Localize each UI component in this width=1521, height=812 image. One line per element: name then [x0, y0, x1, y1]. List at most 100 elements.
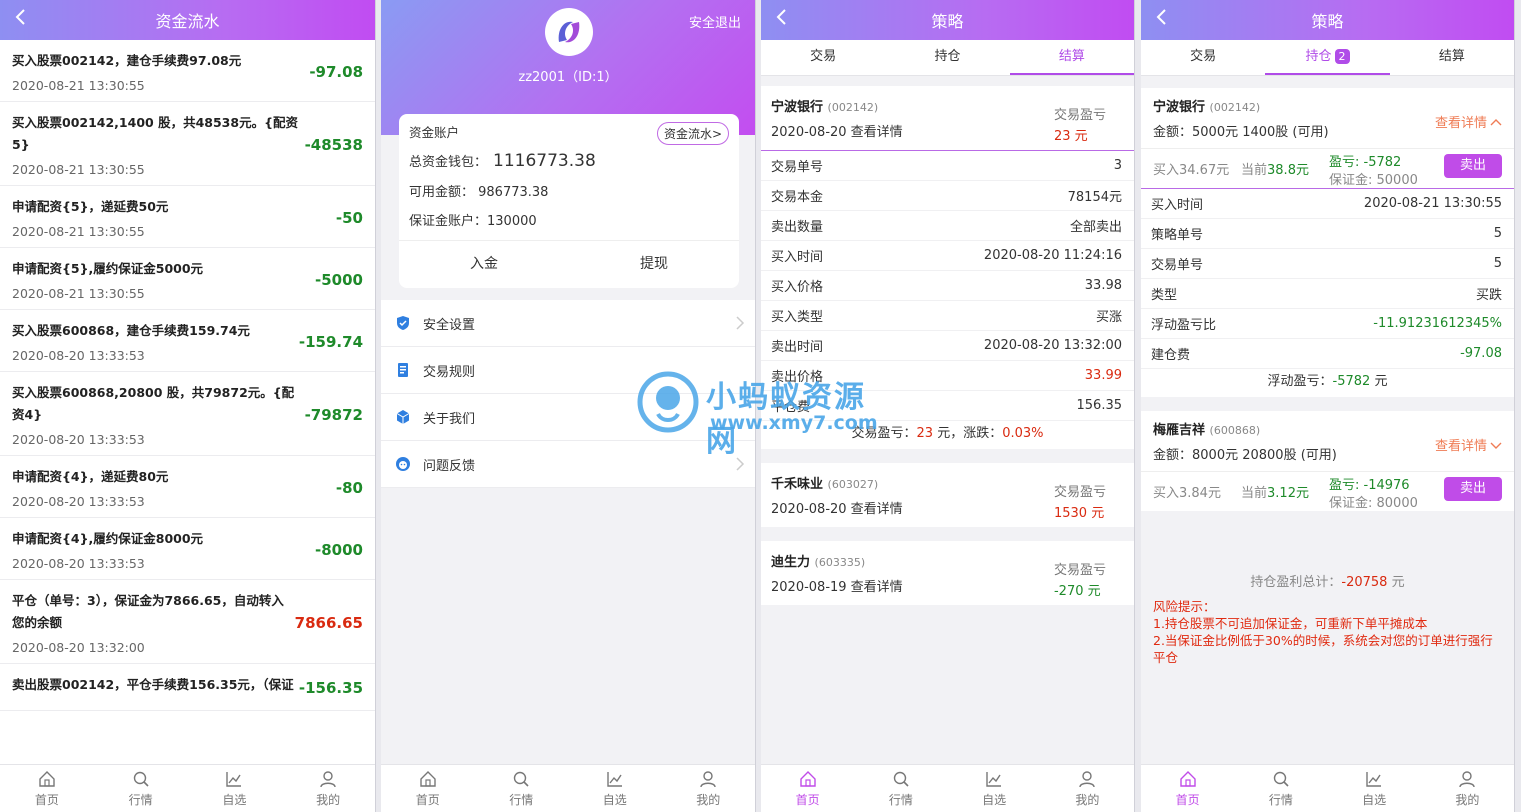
settlement-card: 千禾味业 (603027) 2020-08-20 查看详情 交易盈亏 1530 元 [761, 463, 1134, 527]
settlement-card-head[interactable]: 千禾味业 (603027) 2020-08-20 查看详情 交易盈亏 1530 元 [761, 463, 1134, 527]
tab-mine[interactable]: 我的 [281, 765, 375, 812]
stock-code: (603027) [827, 478, 879, 491]
flow-description: 申请配资{5},履约保证金5000元 [12, 261, 204, 276]
detail-value: 5 [1493, 226, 1502, 241]
search-icon [133, 771, 149, 787]
tab-home[interactable]: 首页 [0, 765, 94, 812]
current-price: 当前3.12元 [1241, 482, 1309, 501]
flow-item: 申请配资{4}，递延费80元 2020-08-20 13:33:53 -80 [0, 456, 375, 518]
settlement-card-head[interactable]: 宁波银行 (002142) 2020-08-20 查看详情 交易盈亏 23 元 [761, 86, 1134, 150]
detail-value: 全部卖出 [1069, 220, 1122, 235]
home-icon [39, 771, 55, 787]
tab-market[interactable]: 行情 [475, 765, 569, 812]
tab-label: 我的 [316, 793, 341, 807]
header: 策略 [1141, 0, 1514, 40]
view-details-link[interactable]: 查看详情 [1435, 112, 1502, 131]
tab-home[interactable]: 首页 [761, 765, 854, 812]
detail-value: 买跌 [1475, 288, 1502, 303]
account-screen: 安全退出 zz2001（ID:1） 资金账户 资金流水> 总资金钱包： 11167… [381, 0, 756, 812]
back-icon[interactable] [775, 8, 795, 32]
menu-item-rules[interactable]: 交易规则 [381, 347, 755, 394]
sell-button[interactable]: 卖出 [1444, 477, 1502, 501]
tab-watchlist[interactable]: 自选 [1328, 765, 1421, 812]
tab-holdings[interactable]: 持仓 2 [1265, 40, 1390, 75]
menu-item-about[interactable]: 关于我们 [381, 394, 755, 441]
summary-percent: 0.03% [1002, 426, 1044, 441]
tab-holdings[interactable]: 持仓 [885, 40, 1009, 75]
trade-profit-label: 交易盈亏 [1053, 485, 1106, 500]
back-icon[interactable] [14, 8, 34, 32]
float-unit: 元 [1374, 374, 1388, 389]
detail-value: 买涨 [1095, 310, 1122, 325]
tab-trade[interactable]: 交易 [761, 40, 885, 75]
deposit-button[interactable]: 入金 [399, 253, 569, 273]
flow-description: 申请配资{5}，递延费50元 [12, 199, 169, 214]
tab-home[interactable]: 首页 [381, 765, 475, 812]
detail-key: 交易本金 [771, 190, 824, 205]
tab-watchlist[interactable]: 自选 [568, 765, 662, 812]
menu-item-security[interactable]: 安全设置 [381, 300, 755, 347]
summary-unit: 元，涨跌： [937, 426, 1003, 441]
tab-label: 自选 [1362, 793, 1387, 807]
total-label: 持仓盈利总计： [1250, 575, 1342, 590]
holding-card: 梅雁吉祥 (600868) 金额：8000元 20800股 (可用) 查看详情 买入3… [1141, 411, 1514, 511]
flow-item: 平仓（单号：3），保证金为7866.65，自动转入您的余额 2020-08-20 … [0, 580, 375, 664]
floating-profit: 浮动盈亏：-5782 元 [1141, 369, 1514, 397]
flow-item-info: 买入股票002142,1400 股，共48538元。{配资5} 2020-08-2… [12, 112, 302, 177]
detail-key: 买入时间 [1151, 198, 1204, 213]
view-details-link[interactable]: 查看详情 [1435, 435, 1502, 454]
fund-flow-list: 买入股票002142，建仓手续费97.08元 2020-08-21 13:30:5… [0, 40, 375, 764]
current-label: 当前 [1241, 163, 1268, 178]
flow-item-info: 买入股票600868，建仓手续费159.74元 2020-08-20 13:33:… [12, 320, 299, 363]
tab-label: 自选 [982, 793, 1007, 807]
tab-watchlist[interactable]: 自选 [188, 765, 282, 812]
menu-label: 安全设置 [423, 317, 476, 333]
buy-price: 买入34.67元 [1153, 163, 1230, 178]
app-logo [545, 8, 593, 56]
float-label: 浮动盈亏： [1267, 374, 1333, 389]
tab-market[interactable]: 行情 [1234, 765, 1327, 812]
tab-market[interactable]: 行情 [854, 765, 947, 812]
strategy-holdings-screen: 策略 交易 持仓 2 结算 宁波银行 (002142) 金额：5000元 1400股… [1141, 0, 1515, 812]
flow-item: 申请配资{5}，递延费50元 2020-08-21 13:30:55 -50 [0, 186, 375, 248]
tab-home[interactable]: 首页 [1141, 765, 1234, 812]
fund-flow-button[interactable]: 资金流水> [656, 122, 729, 145]
tab-label: 自选 [222, 793, 247, 807]
tab-mine[interactable]: 我的 [662, 765, 756, 812]
settlement-card-head[interactable]: 迪生力 (603335) 2020-08-19 查看详情 交易盈亏 -270 元 [761, 541, 1134, 605]
tab-market[interactable]: 行情 [94, 765, 188, 812]
flow-description: 卖出股票002142，平仓手续费156.35元，（保证 [12, 677, 294, 692]
logout-button[interactable]: 安全退出 [689, 12, 741, 31]
current-value: 3.12元 [1267, 486, 1309, 501]
tab-settlement[interactable]: 结算 [1390, 40, 1514, 75]
flow-item-info: 申请配资{5}，递延费50元 2020-08-21 13:30:55 [12, 196, 302, 239]
tab-label: 我的 [696, 793, 721, 807]
sell-button[interactable]: 卖出 [1444, 154, 1502, 178]
buy-price: 买入3.84元 [1153, 486, 1221, 501]
tab-watchlist[interactable]: 自选 [948, 765, 1041, 812]
username: zz2001（ID:1） [518, 70, 618, 85]
menu-item-feedback[interactable]: 问题反馈 [381, 441, 755, 488]
user-icon [320, 771, 336, 788]
detail-key: 浮动盈亏比 [1151, 318, 1217, 333]
tab-mine[interactable]: 我的 [1041, 765, 1134, 812]
tab-bar: 首页 行情 自选 我的 [381, 764, 755, 812]
back-icon[interactable] [1155, 8, 1175, 32]
risk-line: 1.持仓股票不可追加保证金，可重新下单平摊成本 [1153, 616, 1428, 631]
page-title: 策略 [1311, 12, 1344, 31]
flow-time: 2020-08-20 13:33:53 [12, 556, 145, 571]
detail-key: 平仓费 [771, 400, 811, 415]
tab-mine[interactable]: 我的 [1421, 765, 1514, 812]
page-title: 策略 [931, 12, 964, 31]
flow-time: 2020-08-20 13:32:00 [12, 640, 145, 655]
tab-trade[interactable]: 交易 [1141, 40, 1265, 75]
flow-amount: -80 [335, 478, 363, 497]
settlement-details: 交易单号 3 交易本金 78154元 卖出数量 全部卖出 买入时间 2020-08-20 11… [761, 150, 1134, 449]
withdraw-button[interactable]: 提现 [569, 253, 739, 273]
flow-amount: -50 [335, 208, 363, 227]
flow-item-info: 买入股票600868,20800 股，共79872元。{配资4} 2020-08-… [12, 382, 302, 447]
detail-row: 卖出数量 全部卖出 [761, 211, 1134, 241]
detail-row: 买入时间 2020-08-21 13:30:55 [1141, 189, 1514, 219]
tab-settlement[interactable]: 结算 [1009, 40, 1134, 75]
summary-value: 23 [916, 426, 934, 441]
